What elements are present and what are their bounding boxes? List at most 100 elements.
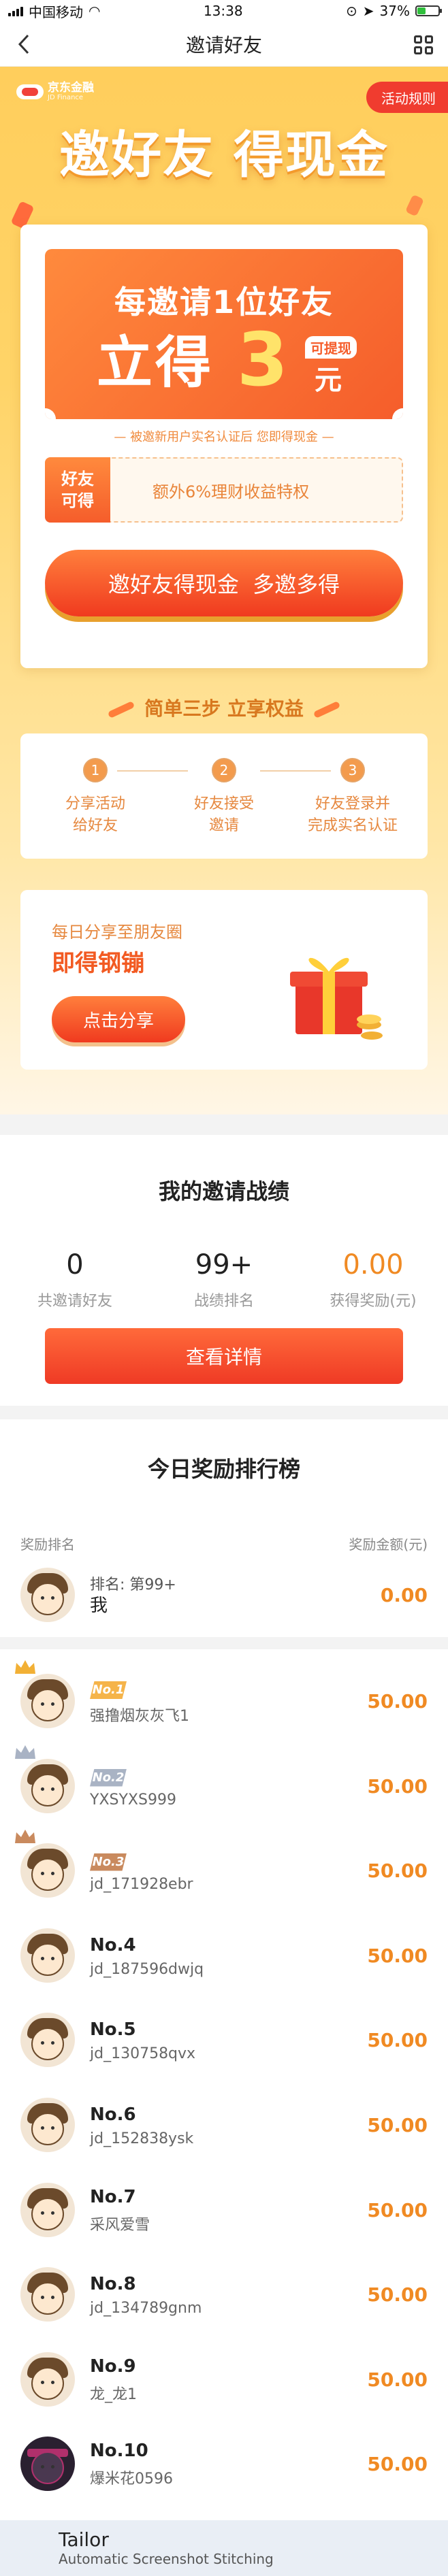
hero-section: 京东金融 JD Finance 活动规则 邀好友 得现金 每邀请1位好友 立得 … [0,67,448,1114]
reward-amount: 50.00 [367,2283,428,2306]
carrier-label: 中国移动 [29,3,83,20]
watermark-description: Automatic Screenshot Stitching [59,2551,274,2567]
reward-amount: 50.00 [367,2113,428,2136]
crown-icon [15,1745,35,1759]
table-row: No.1 强撸烟灰灰飞1 50.00 [15,1659,428,1743]
view-details-button[interactable]: 查看详情 [45,1328,403,1384]
reward-amount: 0.00 [380,1583,428,1606]
avatar [20,2183,75,2237]
crown-icon [15,1830,35,1843]
rank-label: No.10 [90,2441,148,2461]
step-number: 2 [212,758,236,782]
step-number: 3 [340,758,365,782]
leaderboard-title: 今日奖励排行榜 [147,1456,300,1482]
share-button[interactable]: 点击分享 [52,996,185,1042]
grid-menu-icon[interactable] [414,35,433,54]
column-rank: 奖励排名 [20,1536,75,1553]
stat-label: 共邀请好友 [37,1293,112,1310]
brand-logo: 京东金融 JD Finance [16,82,94,101]
avatar [20,2352,75,2407]
back-button[interactable] [12,33,35,56]
rank-badge: No.2 [90,1768,127,1787]
column-amount: 奖励金额(元) [349,1536,428,1553]
clock: 13:38 [203,3,243,19]
table-row: No.9 龙_龙1 50.00 [20,2337,428,2422]
user-name: 采风爱雪 [90,2217,150,2234]
step-3: 3 好友登录并 完成实名认证 [291,758,414,837]
wing-decoration-icon [313,701,341,719]
alarm-icon: ⊙ [346,3,357,19]
table-row: No.8 jd_134789gnm 50.00 [20,2252,428,2336]
withdraw-badge: 可提现 [305,336,357,359]
stat-value: 99+ [195,1249,253,1281]
rank-label: No.6 [90,2104,136,2125]
table-row: No.10 爆米花0596 50.00 [20,2422,428,2506]
table-row: No.2 YXSYXS999 50.00 [15,1744,428,1828]
stat-value: 0 [66,1249,84,1281]
reward-amount: 50.00 [367,2028,428,2051]
status-bar: 中国移动 ◠ 13:38 ⊙ ➤ 37% [0,0,448,22]
avatar [15,1745,75,1813]
user-name: 爆米花0596 [90,2471,173,2488]
reward-amount: 50.00 [367,1774,428,1798]
rank-label: No.7 [90,2187,136,2207]
logo-subtext: JD Finance [48,94,84,101]
perk-tag: 好友可得 [45,457,110,523]
rank-badge: No.3 [90,1853,127,1871]
avatar [20,2437,75,2491]
reward-amount: 50.00 [367,1689,428,1713]
reward-card: 每邀请1位好友 立得 3 可提现 元 — 被邀新用户实名认证后 您即得现金 — … [20,225,428,668]
reward-note: — 被邀新用户实名认证后 您即得现金 — [114,430,334,444]
rank-badge: No.1 [90,1681,127,1699]
nav-bar: 邀请好友 [0,22,448,67]
step-number: 1 [83,758,108,782]
ticket-title: 每邀请1位好友 [114,284,334,320]
user-name: jd_171928ebr [90,1875,193,1893]
reward-ticket: 每邀请1位好友 立得 3 可提现 元 [45,249,403,419]
rank-label: No.4 [90,1934,136,1955]
stat-rank: 99+ 战绩排名 [156,1249,292,1310]
invite-cta-button[interactable]: 邀好友得现金 多邀多得 [45,550,403,616]
wifi-icon: ◠ [89,3,101,19]
step-label: 好友登录并 完成实名认证 [307,795,398,834]
avatar [15,1830,75,1898]
stats-title: 我的邀请战绩 [158,1178,289,1204]
invite-stats-section: 我的邀请战绩 0 共邀请好友 99+ 战绩排名 0.00 获得奖励(元) 查看详… [0,1135,448,1406]
stat-invited: 0 共邀请好友 [7,1249,143,1310]
avatar [20,2098,75,2152]
share-title: 即得钢镚 [52,950,144,977]
reward-amount: 50.00 [367,2452,428,2475]
my-rank-text: 排名: 第99+ [90,1576,176,1594]
rank-label: No.9 [90,2356,136,2377]
signal-icon [8,5,23,16]
logo-mark-icon [16,84,44,99]
user-name: YXSYXS999 [90,1791,176,1809]
steps-heading-text: 简单三步 立享权益 [144,697,304,720]
share-subtitle: 每日分享至朋友圈 [52,923,182,942]
reward-amount: 50.00 [367,1859,428,1882]
step-2: 2 好友接受 邀请 [163,758,285,837]
confetti-icon [404,194,425,217]
reward-amount: 50.00 [367,1944,428,1967]
crown-icon [15,1660,35,1674]
user-name: jd_187596dwjq [90,1960,204,1978]
rank-label: No.8 [90,2273,136,2294]
my-rank-row: 排名: 第99+ 我 0.00 [20,1553,428,1637]
wing-decoration-icon [107,701,135,719]
rank-label: No.5 [90,2019,136,2040]
logo-text: 京东金融 [48,81,94,95]
my-name: 我 [90,1596,108,1616]
battery-icon [415,5,442,16]
perk-description: 额外6%理财收益特权 [153,482,310,501]
location-icon: ➤ [362,3,374,19]
avatar [20,2013,75,2067]
stitch-watermark: Tailor Automatic Screenshot Stitching [0,2520,448,2576]
ticket-amount: 3 [237,318,289,403]
stat-value: 0.00 [342,1249,404,1281]
leaderboard-header: 奖励排名 奖励金额(元) [20,1534,428,1553]
battery-percent: 37% [379,3,410,19]
activity-rules-button[interactable]: 活动规则 [366,82,448,113]
user-name: 强撸烟灰灰飞1 [90,1708,189,1725]
ticket-unit: 元 [315,365,342,396]
reward-amount: 50.00 [367,2368,428,2391]
